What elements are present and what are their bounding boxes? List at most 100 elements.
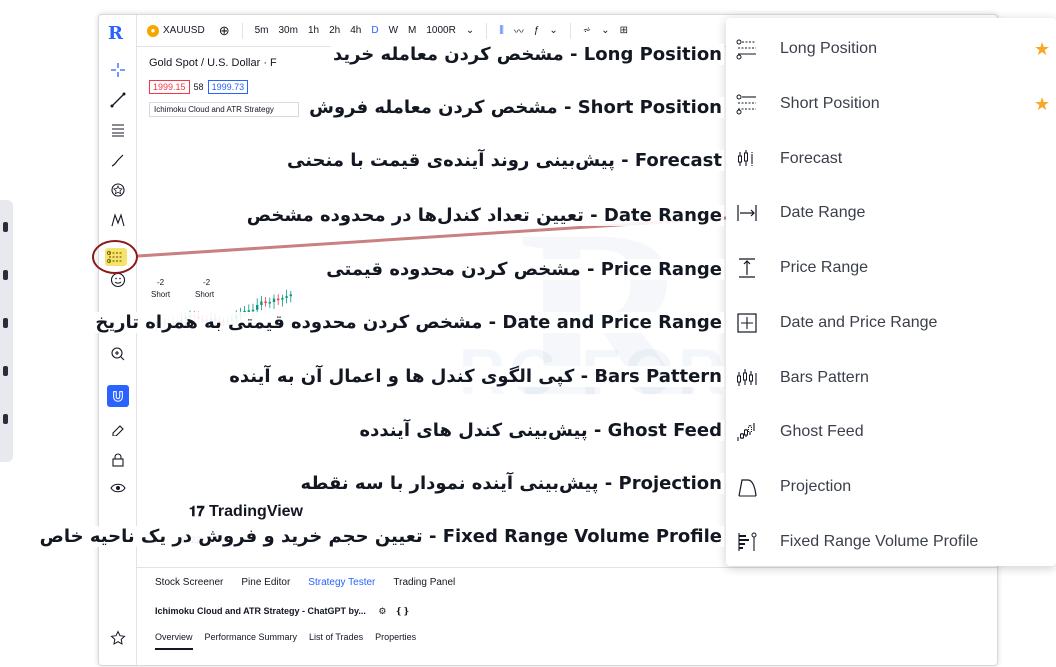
candle-body xyxy=(256,304,259,310)
highlight-ring xyxy=(92,240,138,274)
annotation-icon[interactable] xyxy=(107,179,129,201)
magnet-icon[interactable] xyxy=(107,385,129,407)
candle-body xyxy=(260,301,263,305)
menu-item-forecast[interactable]: Forecast xyxy=(726,131,1056,186)
menu-item-projection[interactable]: Projection xyxy=(726,460,1056,515)
sell-price[interactable]: 1999.15 xyxy=(149,80,190,94)
crosshair-icon[interactable] xyxy=(107,59,129,81)
menu-label: Price Range xyxy=(780,259,869,277)
menu-item-fixed-range-volume-profile[interactable]: Fixed Range Volume Profile xyxy=(726,514,1056,569)
timeframe-range[interactable]: 1000R xyxy=(426,25,455,36)
forecast-icon xyxy=(734,146,760,172)
menu-item-price-range[interactable]: Price Range xyxy=(726,241,1056,296)
candle-body xyxy=(289,294,292,297)
tab-properties[interactable]: Properties xyxy=(375,632,416,650)
timeframe-2h[interactable]: 2h xyxy=(329,25,340,36)
divider xyxy=(241,22,243,39)
menu-label: Forecast xyxy=(780,149,843,167)
symbol-search[interactable]: ● XAUUSD xyxy=(147,24,205,37)
drawing-toolbar: R xyxy=(99,15,137,665)
compare-add-icon[interactable]: ⊕ xyxy=(219,23,230,39)
annotation-fixed-range-volume-profile: Fixed Range Volume Profile - تعیین حجم خ… xyxy=(37,526,724,547)
annotation-date-range: Date Range - تعیین تعداد کندل‌ها در محدو… xyxy=(244,205,724,226)
side-tab-mark xyxy=(3,222,8,232)
menu-label: Short Position xyxy=(780,95,880,113)
annotation-forecast: Forecast - پیش‌بینی روند آینده‌ی قیمت با… xyxy=(284,150,724,171)
gold-coin-icon: ● xyxy=(147,24,159,37)
indicators-icon[interactable]: ƒ xyxy=(534,25,540,36)
favorite-star-icon[interactable]: ★ xyxy=(1034,94,1050,115)
volume-profile-icon xyxy=(734,529,760,555)
annotation-price-range: Price Range - مشخص کردن محدوده قیمتی xyxy=(324,259,724,280)
annotation-ghost-feed: Ghost Feed - پیش‌بینی کندل های آیندده xyxy=(357,420,724,441)
menu-label: Projection xyxy=(780,477,852,495)
zoom-icon[interactable] xyxy=(107,343,129,365)
tab-strategy-tester[interactable]: Strategy Tester xyxy=(308,577,375,588)
lock-icon[interactable] xyxy=(107,449,129,471)
prediction-tools-menu: Long Position ★ Short Position ★ Forecas… xyxy=(726,18,1056,566)
annotation-long-position: Long Position - مشخص کردن معامله خرید xyxy=(330,44,724,65)
chevron-down-icon[interactable]: ⌄ xyxy=(466,25,474,36)
timeframe-d[interactable]: D xyxy=(371,25,378,36)
menu-label: Ghost Feed xyxy=(780,423,864,441)
menu-label: Date and Price Range xyxy=(780,313,938,331)
tab-list-of-trades[interactable]: List of Trades xyxy=(309,632,363,650)
tab-overview[interactable]: Overview xyxy=(155,632,193,650)
favorite-star-icon[interactable]: ★ xyxy=(1034,39,1050,60)
trade-marker-label: -2 xyxy=(203,278,211,287)
chart-legend-title: Gold Spot / U.S. Dollar · F xyxy=(149,57,277,69)
bar-style-icon[interactable]: ⫼ xyxy=(499,25,504,36)
chevron-down-icon[interactable]: ⌄ xyxy=(601,25,609,36)
menu-item-short-position[interactable]: Short Position ★ xyxy=(726,77,1056,132)
menu-label: Date Range xyxy=(780,204,866,222)
menu-item-date-range[interactable]: Date Range xyxy=(726,186,1056,241)
short-position-icon xyxy=(734,91,760,117)
side-tab-mark xyxy=(3,318,8,328)
divider xyxy=(569,22,571,39)
buy-price[interactable]: 1999.73 xyxy=(207,80,249,94)
bars-pattern-icon xyxy=(734,365,760,391)
menu-item-long-position[interactable]: Long Position ★ xyxy=(726,22,1056,77)
chevron-down-icon[interactable]: ⌄ xyxy=(549,25,557,36)
timeframe-30m[interactable]: 30m xyxy=(279,25,298,36)
favorites-star-icon[interactable] xyxy=(107,627,129,649)
side-tab xyxy=(0,200,13,462)
side-tab-mark xyxy=(3,366,8,376)
spread-value: 58 xyxy=(193,82,204,92)
timeframe-5m[interactable]: 5m xyxy=(255,25,269,36)
indicator-legend[interactable]: Ichimoku Cloud and ATR Strategy xyxy=(149,102,299,117)
trend-line-icon[interactable] xyxy=(107,89,129,111)
long-position-icon xyxy=(734,36,760,62)
strategy-title-text: Ichimoku Cloud and ATR Strategy - ChatGP… xyxy=(155,606,366,616)
tab-trading-panel[interactable]: Trading Panel xyxy=(393,577,455,588)
stay-drawing-icon[interactable] xyxy=(107,417,129,439)
projection-icon xyxy=(734,474,760,500)
layout-grid-icon[interactable]: ⊞ xyxy=(620,25,628,36)
strategy-tabs: Overview Performance Summary List of Tra… xyxy=(155,632,416,650)
line-tool-icon[interactable]: 〰 xyxy=(514,23,524,38)
timeframe-1h[interactable]: 1h xyxy=(308,25,319,36)
timeframe-m[interactable]: M xyxy=(408,25,416,36)
eye-icon[interactable] xyxy=(107,477,129,499)
tab-stock-screener[interactable]: Stock Screener xyxy=(155,577,223,588)
annotation-bars-pattern: Bars Pattern - کپی الگوی کندل ها و اعمال… xyxy=(227,366,724,387)
menu-item-date-and-price-range[interactable]: Date and Price Range xyxy=(726,296,1056,351)
templates-icon[interactable]: ⩫ xyxy=(583,25,591,36)
brush-icon[interactable] xyxy=(107,149,129,171)
price-range-icon xyxy=(734,255,760,281)
trade-marker-label: Short xyxy=(195,290,215,299)
timeframe-w[interactable]: W xyxy=(389,25,398,36)
bottom-panel: Stock Screener Pine Editor Strategy Test… xyxy=(137,567,997,665)
candle-body xyxy=(277,298,280,301)
pattern-icon[interactable] xyxy=(107,209,129,231)
tab-performance-summary[interactable]: Performance Summary xyxy=(205,632,298,650)
side-tab-mark xyxy=(3,414,8,424)
timeframe-4h[interactable]: 4h xyxy=(350,25,361,36)
annotation-short-position: Short Position - مشخص کردن معامله فروش xyxy=(307,97,724,118)
tab-pine-editor[interactable]: Pine Editor xyxy=(241,577,290,588)
menu-item-bars-pattern[interactable]: Bars Pattern xyxy=(726,350,1056,405)
settings-gear-icon[interactable]: ⚙ xyxy=(378,606,386,616)
fib-retracement-icon[interactable] xyxy=(107,119,129,141)
source-code-icon[interactable]: ❴❵ xyxy=(395,606,410,616)
menu-item-ghost-feed[interactable]: Ghost Feed xyxy=(726,405,1056,460)
